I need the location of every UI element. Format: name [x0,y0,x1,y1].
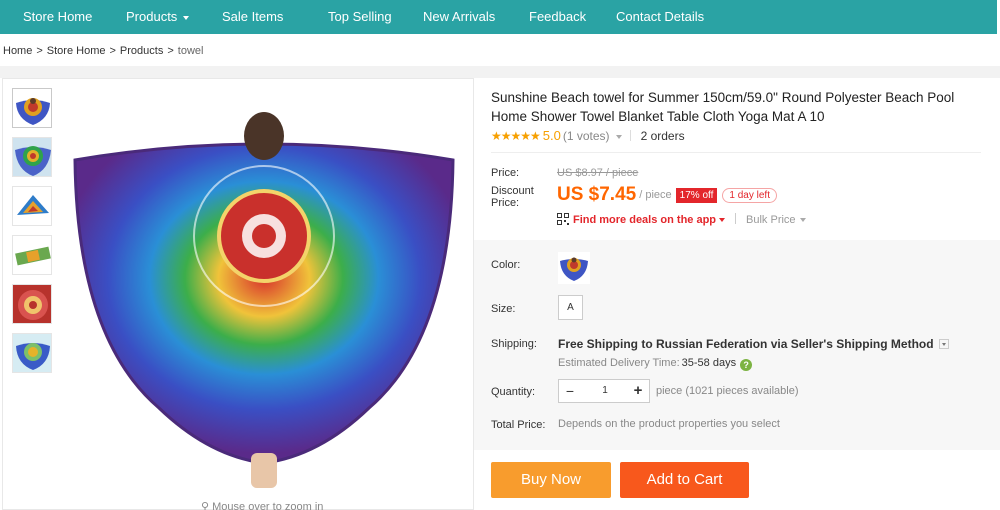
rating-stars-icon: ★★★★★ [491,129,541,143]
quantity-input[interactable]: 1 [587,380,623,402]
breadcrumb-current[interactable]: towel [178,45,204,57]
order-count: 2 orders [640,129,685,143]
divider [735,213,737,224]
divider [629,130,631,141]
nav-sale-items[interactable]: Sale Items [222,0,283,34]
breadcrumb-separator: > [36,45,43,57]
shipping-label: Shipping: [491,338,537,350]
nav-products-label: Products [126,9,178,24]
breadcrumb-store-home[interactable]: Store Home [47,45,106,57]
quantity-label: Quantity: [491,386,536,398]
product-main-image[interactable] [69,108,459,493]
shipping-dropdown-icon[interactable] [938,339,949,349]
thumbnail-3[interactable] [12,186,52,226]
magnifier-icon: ⚲ [201,501,210,510]
nav-top-selling[interactable]: Top Selling [328,0,392,34]
bulk-price-link[interactable]: Bulk Price [746,214,796,226]
countdown-badge: 1 day left [722,187,777,203]
total-price-text: Depends on the product properties you se… [558,418,780,430]
rating-row: ★★★★★ 5.0 (1 votes) 2 orders [491,128,685,144]
size-label: Size: [491,303,516,315]
chevron-down-icon[interactable] [615,134,622,139]
thumbnail-5[interactable] [12,284,52,324]
breadcrumb-products[interactable]: Products [120,45,163,57]
product-gallery: ⚲ Mouse over to zoom in [2,78,474,510]
quantity-available: piece (1021 pieces available) [656,385,799,397]
divider [491,152,981,153]
delivery-estimate-label: Estimated Delivery Time: [558,357,680,369]
delivery-estimate-value: 35-58 days [681,357,737,369]
thumbnail-4[interactable] [12,235,52,275]
product-detail-panel: Sunshine Beach towel for Summer 150cm/59… [474,78,1000,510]
nav-new-arrivals[interactable]: New Arrivals [423,0,495,34]
original-price: US $8.97 / piece [557,167,639,179]
size-option-a[interactable]: A [558,295,583,320]
zoom-hint-text: Mouse over to zoom in [212,501,324,510]
nav-store-home[interactable]: Store Home [23,0,92,34]
breadcrumb-separator: > [109,45,116,57]
thumbnail-6[interactable] [12,333,52,373]
shipping-text: Free Shipping to Russian Federation via … [558,337,934,351]
nav-contact-details[interactable]: Contact Details [616,0,704,34]
breadcrumb-home[interactable]: Home [3,45,32,57]
zoom-hint: ⚲ Mouse over to zoom in [201,500,323,510]
nav-feedback[interactable]: Feedback [529,0,586,34]
price-unit: / piece [639,189,672,201]
breadcrumb: Home > Store Home > Products > towel [3,45,203,57]
quantity-decrement-button[interactable]: − [559,380,581,402]
quantity-increment-button[interactable]: + [627,380,649,402]
discount-badge: 17% off [675,187,718,203]
qr-code-icon [557,213,569,225]
chevron-down-icon [183,15,190,20]
help-icon[interactable]: ? [740,359,753,371]
buy-now-button[interactable]: Buy Now [491,462,611,498]
quantity-stepper: − 1 + [558,379,650,403]
price-label: Price: [491,167,520,179]
discount-price-row: US $7.45/ piece 17% off 1 day left [557,184,777,208]
product-title: Sunshine Beach towel for Summer 150cm/59… [491,90,955,124]
discount-price: US $7.45 [557,184,637,205]
chevron-down-icon[interactable] [719,218,726,223]
section-divider [0,66,1000,78]
thumbnail-2[interactable] [12,137,52,177]
total-price-label: Total Price: [491,419,546,431]
add-to-cart-button[interactable]: Add to Cart [620,462,749,498]
thumbnail-1[interactable] [12,88,52,128]
color-label: Color: [491,259,521,271]
color-swatch[interactable] [558,252,590,284]
shipping-method: Free Shipping to Russian Federation via … [558,337,949,351]
chevron-down-icon[interactable] [799,218,806,223]
nav-products[interactable]: Products [126,0,190,34]
rating-score[interactable]: 5.0 [543,128,561,143]
store-nav-bar: Store Home Products Sale Items Top Selli… [0,0,997,34]
breadcrumb-separator: > [167,45,174,57]
discount-price-label: Discount Price: [491,185,534,209]
rating-votes[interactable]: (1 votes) [563,129,610,143]
app-deals-link[interactable]: Find more deals on the app [573,214,716,226]
app-deals-row: Find more deals on the app Bulk Price [557,212,806,228]
delivery-estimate: Estimated Delivery Time: 35-58 days? [558,357,753,371]
